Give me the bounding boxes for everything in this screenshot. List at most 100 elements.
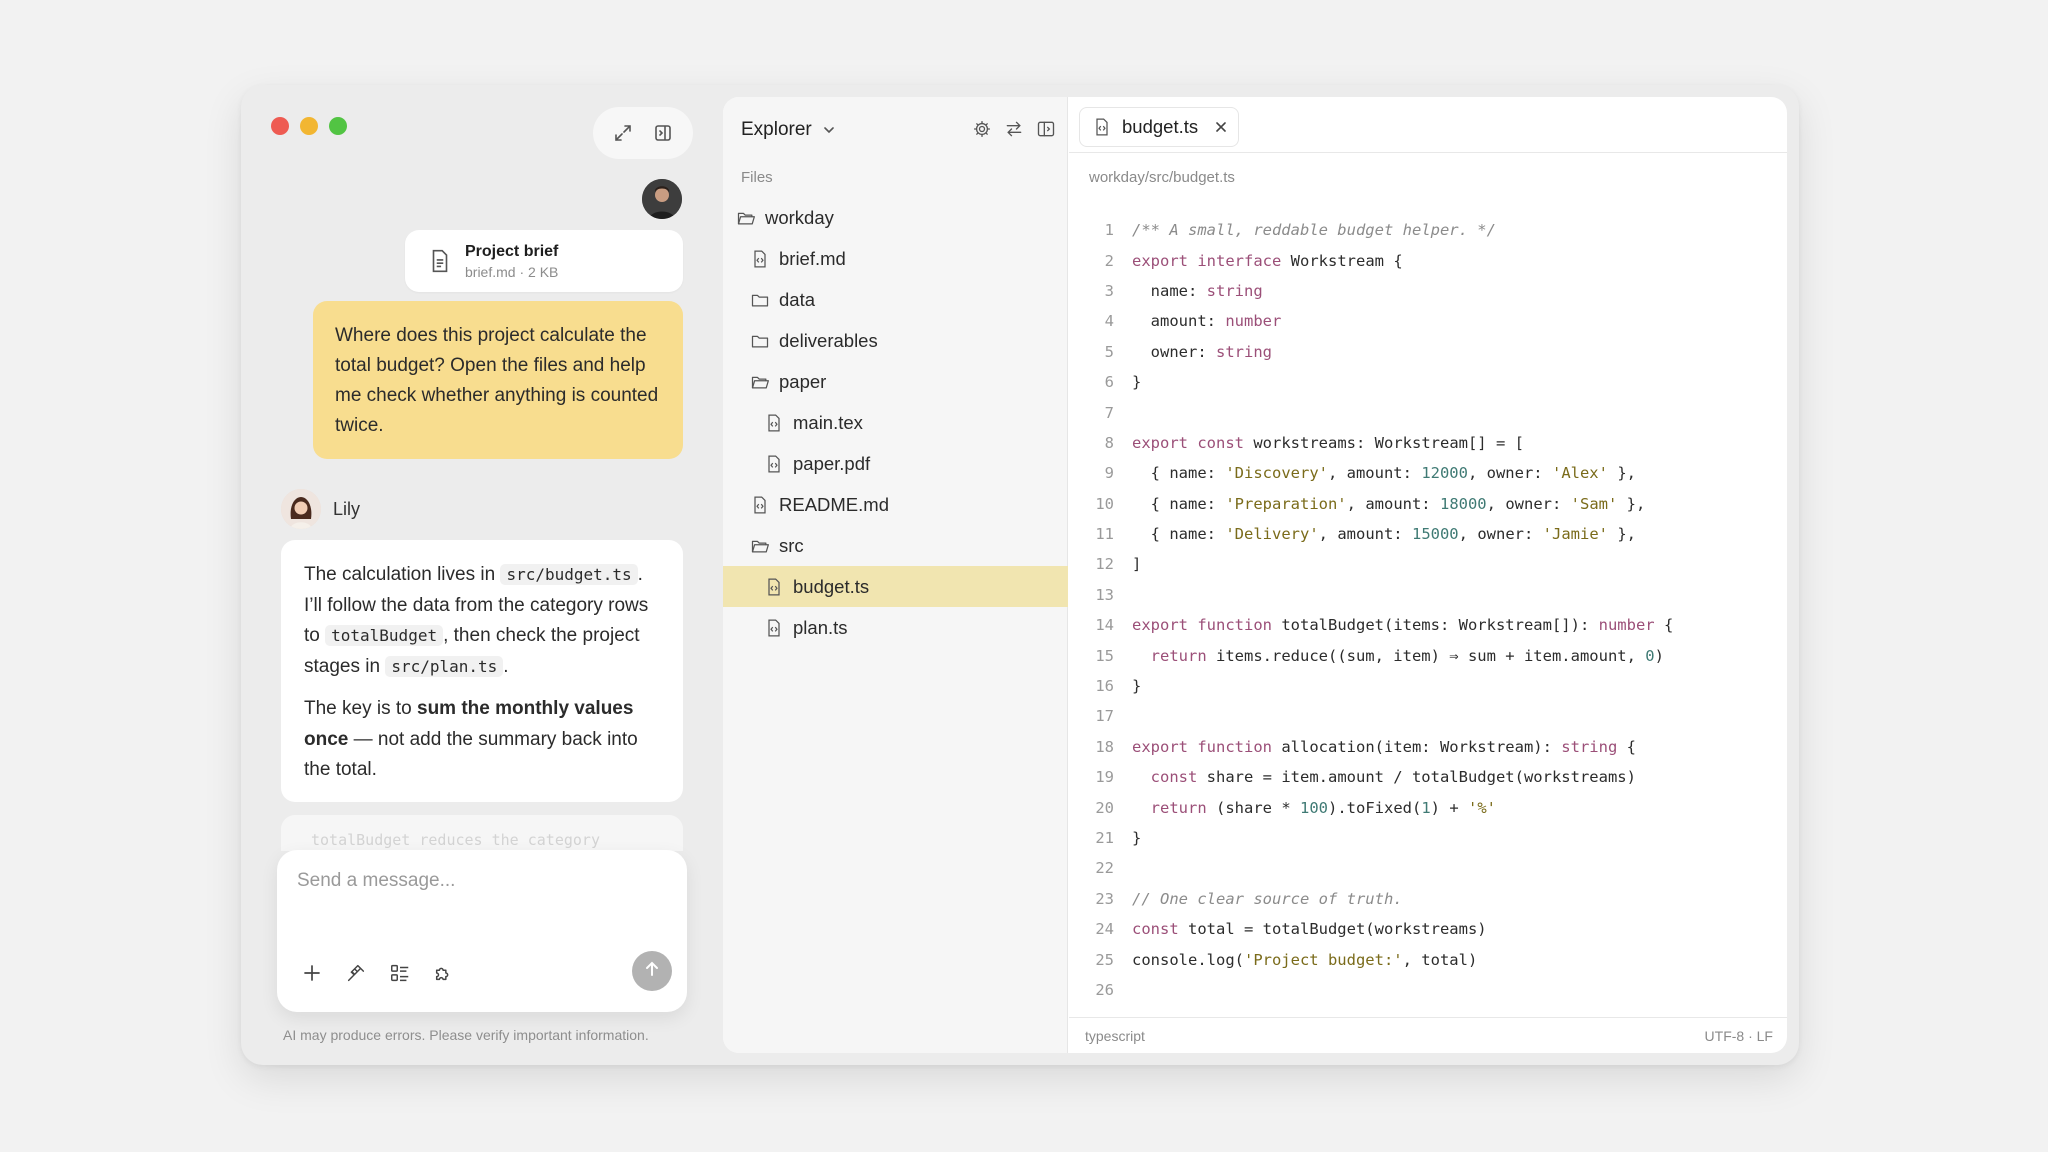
code-token: name: — [1132, 281, 1207, 300]
line-number: 5 — [1104, 342, 1114, 361]
tree-item-label: README.md — [779, 493, 889, 515]
tree-item-readme-md[interactable]: README.md — [723, 484, 1068, 525]
code-token: , amount: — [1327, 464, 1422, 483]
line-number: 20 — [1095, 798, 1114, 817]
code-line: 25 console.log('Project budget:', total) — [1069, 944, 1787, 974]
workspace-panel: Explorer Files workday brief.md data delive… — [723, 97, 1787, 1053]
tree-item-paper-pdf[interactable]: paper.pdf — [723, 443, 1068, 484]
line-content: { name: 'Delivery', amount: 15000, owner… — [1114, 525, 1636, 543]
tree-item-workday[interactable]: workday — [723, 197, 1068, 238]
tree-item-plan-ts[interactable]: plan.ts — [723, 607, 1068, 648]
code-line: 22 — [1069, 853, 1787, 883]
tree-item-src[interactable]: src — [723, 525, 1068, 566]
attachment-card[interactable]: Project brief brief.md · 2 KB — [405, 230, 683, 292]
code-token: }, — [1617, 494, 1646, 513]
tab-budget-ts[interactable]: budget.ts — [1079, 107, 1240, 147]
code-token: export — [1132, 616, 1188, 635]
status-bar: typescript UTF-8 · LF — [1069, 1017, 1787, 1053]
line-number: 22 — [1095, 859, 1114, 878]
code-token: { name: — [1132, 494, 1226, 513]
disclaimer: AI may produce errors. Please verify imp… — [283, 1027, 649, 1043]
user-avatar — [642, 179, 682, 219]
tree-item-label: brief.md — [779, 247, 846, 269]
file-path-breadcrumb: workday/src/budget.ts — [1089, 169, 1235, 186]
plug-icon[interactable] — [343, 960, 369, 986]
code-line: 18 export function allocation(item: Works… — [1069, 732, 1787, 762]
code-token: , owner: — [1467, 464, 1552, 483]
code-token: { name: — [1132, 464, 1226, 483]
list-icon[interactable] — [387, 960, 413, 986]
line-content: } — [1114, 829, 1141, 847]
line-content: const total = totalBudget(workstreams) — [1114, 920, 1487, 938]
code-token: totalBudget(items: Workstream[]): — [1272, 616, 1599, 635]
user-message: Where does this project calculate the to… — [313, 301, 683, 459]
assistant-name: Lily — [333, 498, 361, 519]
maximize-window-button[interactable] — [329, 117, 347, 135]
line-content: console.log('Project budget:', total) — [1114, 951, 1477, 969]
code-line: 11 { name: 'Delivery', amount: 15000, ow… — [1069, 519, 1787, 549]
close-window-button[interactable] — [271, 117, 289, 135]
code-line: 13 — [1069, 580, 1787, 610]
tree-item-paper[interactable]: paper — [723, 361, 1068, 402]
expand-icon[interactable] — [610, 120, 636, 146]
split-panel-icon[interactable] — [1034, 117, 1058, 141]
gear-icon[interactable] — [970, 117, 994, 141]
code-line: 19 const share = item.amount / totalBudg… — [1069, 762, 1787, 792]
code-token: const — [1132, 920, 1179, 939]
message-input[interactable] — [297, 870, 657, 892]
code-line: 15 return items.reduce((sum, item) ⇒ sum… — [1069, 640, 1787, 670]
line-content: export interface Workstream { — [1114, 252, 1403, 270]
close-icon[interactable] — [1214, 120, 1228, 134]
code-token: string — [1206, 281, 1263, 300]
folder-open-icon — [735, 207, 757, 229]
code-token: function — [1197, 616, 1272, 635]
plus-icon[interactable] — [299, 960, 325, 986]
tree-item-label: main.tex — [793, 411, 863, 433]
language-mode[interactable]: typescript — [1085, 1028, 1145, 1044]
send-button[interactable] — [632, 951, 672, 991]
code-token: 1 — [1421, 798, 1431, 817]
inline-code: totalBudget — [325, 625, 444, 646]
explorer-tools — [970, 117, 1058, 141]
encoding-status[interactable]: UTF-8 · LF — [1705, 1028, 1773, 1044]
tree-item-data[interactable]: data — [723, 279, 1068, 320]
text: . — [503, 655, 509, 677]
code-token: export — [1132, 251, 1188, 270]
minimize-window-button[interactable] — [300, 117, 318, 135]
code-token: , amount: — [1318, 525, 1412, 544]
tree-item-budget-ts[interactable]: budget.ts — [723, 566, 1068, 607]
code-line: 3 name: string — [1069, 276, 1787, 306]
code-line: 23 // One clear source of truth. — [1069, 884, 1787, 914]
code-token: { name: — [1132, 525, 1226, 544]
attachment-meta: brief.md · 2 KB — [465, 263, 559, 280]
line-number: 14 — [1095, 616, 1114, 635]
code-line: 5 owner: string — [1069, 337, 1787, 367]
tree-item-deliverables[interactable]: deliverables — [723, 320, 1068, 361]
window-controls — [271, 117, 347, 135]
line-number: 2 — [1104, 251, 1114, 270]
inline-code: src/plan.ts — [385, 655, 504, 677]
chat-toolbar — [593, 107, 693, 159]
code-line: 4 amount: number — [1069, 306, 1787, 336]
file-code-icon — [763, 576, 785, 598]
puzzle-icon[interactable] — [431, 960, 457, 986]
explorer-header[interactable]: Explorer — [741, 115, 836, 145]
tree-item-brief-md[interactable]: brief.md — [723, 238, 1068, 279]
code-area[interactable]: 1 /** A small, reddable budget helper. */… — [1069, 215, 1787, 1005]
code-line: 21} — [1069, 823, 1787, 853]
files-section-label: Files — [741, 169, 773, 186]
code-token: function — [1197, 737, 1272, 756]
code-token: 100 — [1300, 798, 1328, 817]
code-token: /** A small, reddable budget helper. */ — [1132, 221, 1496, 240]
line-content: } — [1114, 373, 1141, 391]
tree-item-main-tex[interactable]: main.tex — [723, 402, 1068, 443]
document-icon — [427, 248, 453, 274]
line-number: 24 — [1095, 920, 1114, 939]
code-token: 'Jamie' — [1542, 525, 1608, 544]
swap-icon[interactable] — [1002, 117, 1026, 141]
code-line: 26 — [1069, 975, 1787, 1005]
panel-toggle-icon[interactable] — [650, 120, 676, 146]
file-code-icon — [749, 248, 771, 270]
